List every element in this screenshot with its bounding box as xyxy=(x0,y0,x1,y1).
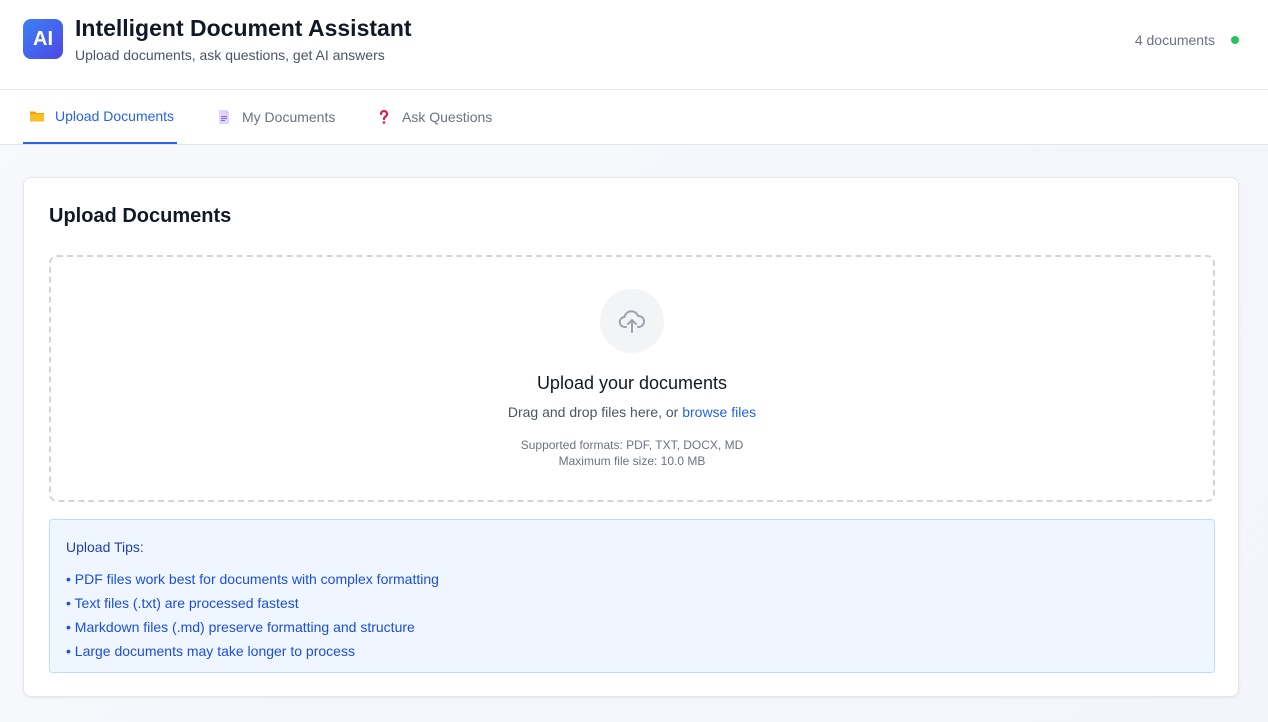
upload-tips: Upload Tips: • PDF files work best for d… xyxy=(49,519,1215,673)
tab-bar: Upload Documents My Documents Ask Questi… xyxy=(0,90,1268,145)
tab-my-documents[interactable]: My Documents xyxy=(214,90,335,144)
tip-item: • Large documents may take longer to pro… xyxy=(66,643,355,659)
folder-icon xyxy=(29,108,45,124)
app-header: AI Intelligent Document Assistant Upload… xyxy=(0,0,1268,90)
app-title: Intelligent Document Assistant xyxy=(75,15,412,41)
tab-ask-questions[interactable]: Ask Questions xyxy=(374,90,492,144)
cloud-upload-icon xyxy=(600,289,664,353)
tip-item: • PDF files work best for documents with… xyxy=(66,571,439,587)
tab-label: Upload Documents xyxy=(55,108,175,124)
max-file-size: Maximum file size: 10.0 MB xyxy=(558,454,706,468)
tab-label: Ask Questions xyxy=(402,109,493,125)
tab-label: My Documents xyxy=(242,109,336,125)
upload-card: Upload Documents Upload your documents D… xyxy=(23,177,1239,697)
tips-title: Upload Tips: xyxy=(66,539,144,555)
dropzone-instruction-text: Drag and drop files here, or xyxy=(507,404,683,420)
document-icon xyxy=(216,109,232,125)
status-indicator xyxy=(1231,36,1239,44)
browse-files-link[interactable]: browse files xyxy=(682,404,756,420)
section-title: Upload Documents xyxy=(49,205,232,227)
document-count: 4 documents xyxy=(1134,32,1215,48)
tip-item: • Markdown files (.md) preserve formatti… xyxy=(66,619,415,635)
dropzone-instruction: Drag and drop files here, or browse file… xyxy=(51,404,1213,420)
tips-list: • PDF files work best for documents with… xyxy=(66,567,439,663)
supported-formats: Supported formats: PDF, TXT, DOCX, MD xyxy=(520,438,744,452)
app-logo: AI xyxy=(23,19,63,59)
file-dropzone[interactable]: Upload your documents Drag and drop file… xyxy=(49,255,1215,502)
tab-upload-documents[interactable]: Upload Documents xyxy=(23,90,177,144)
tip-item: • Text files (.txt) are processed fastes… xyxy=(66,595,299,611)
app-subtitle: Upload documents, ask questions, get AI … xyxy=(75,47,385,63)
dropzone-heading: Upload your documents xyxy=(536,373,728,393)
question-mark-icon xyxy=(376,109,392,125)
